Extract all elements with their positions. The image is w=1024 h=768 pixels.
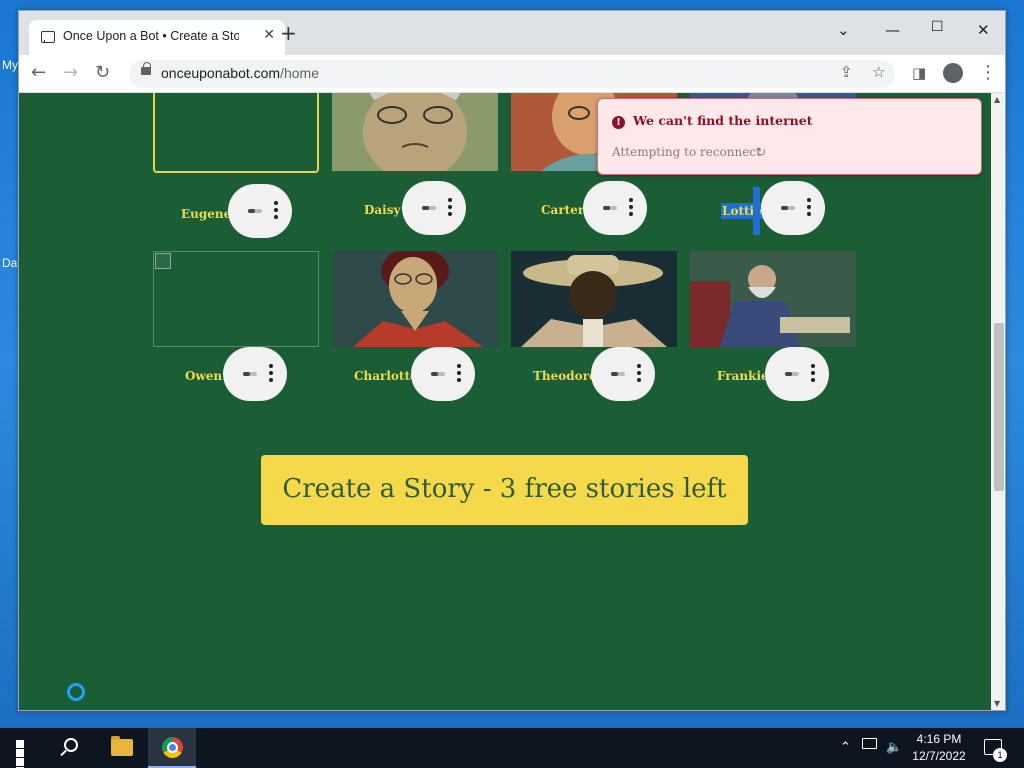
scroll-down-arrow-icon[interactable]: ▼: [994, 699, 1000, 708]
clock-date: 12/7/2022: [912, 749, 966, 763]
charlotte-portrait: [333, 251, 499, 347]
tab-search-chevron-icon[interactable]: ⌄: [837, 21, 850, 39]
toggle-icon[interactable]: [248, 209, 262, 213]
browser-toolbar: ← → ↻ onceuponabot.com/home ⇪ ☆ ◨ ⋮: [19, 55, 1005, 93]
address-bar[interactable]: onceuponabot.com/home ⇪ ☆: [129, 60, 895, 88]
offline-toast: ! We can't find the internet Attempting …: [597, 98, 982, 175]
maximize-button[interactable]: ☐: [931, 19, 944, 35]
chrome-icon: [162, 737, 183, 758]
character-image-theodore[interactable]: [511, 251, 677, 347]
desktop-icon-label[interactable]: My: [2, 58, 18, 72]
character-controls: [228, 184, 292, 238]
character-image-charlotte[interactable]: [333, 251, 499, 347]
toggle-icon[interactable]: [431, 372, 445, 376]
theodore-portrait: [511, 251, 677, 347]
notification-count-badge: 1: [993, 748, 1007, 762]
character-name[interactable]: Owen: [185, 369, 222, 383]
search-icon[interactable]: [64, 738, 78, 752]
profile-avatar-icon[interactable]: [943, 63, 963, 83]
character-controls: [411, 347, 475, 401]
side-panel-icon[interactable]: ◨: [912, 62, 926, 84]
tab-strip: Once Upon a Bot • Create a Story ✕ + ⌄ —…: [19, 11, 1005, 55]
daisy-portrait: [332, 93, 498, 171]
more-options-icon[interactable]: [807, 198, 811, 218]
lock-icon[interactable]: [141, 62, 151, 75]
character-image-eugene[interactable]: [153, 93, 319, 173]
page-content: Eugene Daisy Carter Lottie Owen Charlott…: [19, 93, 991, 710]
more-options-icon[interactable]: [448, 198, 452, 218]
character-controls: [761, 181, 825, 235]
toggle-icon[interactable]: [243, 372, 257, 376]
tab-title: Once Upon a Bot • Create a Story: [63, 29, 239, 43]
more-options-icon[interactable]: [457, 364, 461, 384]
more-options-icon[interactable]: [811, 364, 815, 384]
character-name[interactable]: Frankie: [717, 369, 769, 383]
minimize-button[interactable]: —: [885, 21, 900, 39]
more-options-icon[interactable]: [274, 201, 278, 221]
text-selection-highlight: [753, 187, 760, 235]
browser-window: Once Upon a Bot • Create a Story ✕ + ⌄ —…: [18, 10, 1006, 711]
tab-active[interactable]: Once Upon a Bot • Create a Story ✕: [29, 20, 285, 55]
clock-time: 4:16 PM: [916, 732, 962, 746]
file-explorer-icon[interactable]: [111, 736, 133, 756]
character-name[interactable]: Eugene: [181, 207, 231, 221]
frankie-portrait: [690, 251, 856, 347]
network-icon[interactable]: [862, 738, 877, 749]
character-controls: [591, 347, 655, 401]
forward-arrow-icon[interactable]: →: [63, 62, 78, 84]
character-name[interactable]: Carter: [541, 203, 584, 217]
error-icon: !: [612, 116, 625, 129]
toast-title: We can't find the internet: [633, 113, 813, 128]
broken-image-icon: [155, 253, 171, 269]
create-story-button[interactable]: Create a Story - 3 free stories left: [261, 455, 748, 525]
taskbar: ⌃ 🔈 4:16 PM 12/7/2022 1: [0, 728, 1024, 768]
character-controls: [402, 181, 466, 235]
back-arrow-icon[interactable]: ←: [31, 62, 46, 84]
close-tab-icon[interactable]: ✕: [263, 27, 275, 43]
more-options-icon[interactable]: [637, 364, 641, 384]
close-window-button[interactable]: ✕: [977, 21, 990, 39]
character-name[interactable]: Daisy: [364, 203, 400, 217]
toggle-icon[interactable]: [785, 372, 799, 376]
character-image-daisy[interactable]: [332, 93, 498, 171]
url-text[interactable]: onceuponabot.com/home: [161, 65, 319, 81]
toggle-icon[interactable]: [422, 206, 436, 210]
desktop-icon-label[interactable]: Da: [2, 256, 17, 270]
show-hidden-icons-chevron-icon[interactable]: ⌃: [840, 740, 851, 755]
toggle-icon[interactable]: [611, 372, 625, 376]
toggle-icon[interactable]: [781, 206, 795, 210]
scroll-thumb[interactable]: [994, 323, 1004, 491]
character-image-frankie[interactable]: [690, 251, 856, 347]
character-controls: [223, 347, 287, 401]
volume-icon[interactable]: 🔈: [886, 740, 902, 755]
new-tab-button[interactable]: +: [280, 23, 297, 43]
page-favicon-icon: [41, 31, 55, 43]
system-clock[interactable]: 4:16 PM 12/7/2022: [906, 731, 972, 765]
browser-menu-icon[interactable]: ⋮: [979, 62, 997, 84]
reload-icon[interactable]: ↻: [95, 62, 110, 84]
more-options-icon[interactable]: [269, 364, 273, 384]
character-controls: [583, 181, 647, 235]
toggle-icon[interactable]: [603, 206, 617, 210]
share-icon[interactable]: ⇪: [840, 63, 853, 81]
reconnect-spinner-icon: ↻: [756, 145, 767, 159]
character-name[interactable]: Charlotte: [354, 369, 418, 383]
more-options-icon[interactable]: [629, 198, 633, 218]
character-image-owen[interactable]: [153, 251, 319, 347]
windows-start-icon[interactable]: [16, 740, 33, 768]
scroll-up-arrow-icon[interactable]: ▲: [994, 95, 1000, 104]
loading-ring-icon: [67, 683, 85, 701]
character-controls: [765, 347, 829, 401]
bookmark-star-icon[interactable]: ☆: [872, 63, 885, 81]
character-name[interactable]: Theodore: [533, 369, 597, 383]
toast-subtitle: Attempting to reconnect: [612, 145, 761, 159]
vertical-scrollbar[interactable]: ▲ ▼: [991, 93, 1005, 710]
chrome-taskbar-button[interactable]: [148, 728, 196, 768]
